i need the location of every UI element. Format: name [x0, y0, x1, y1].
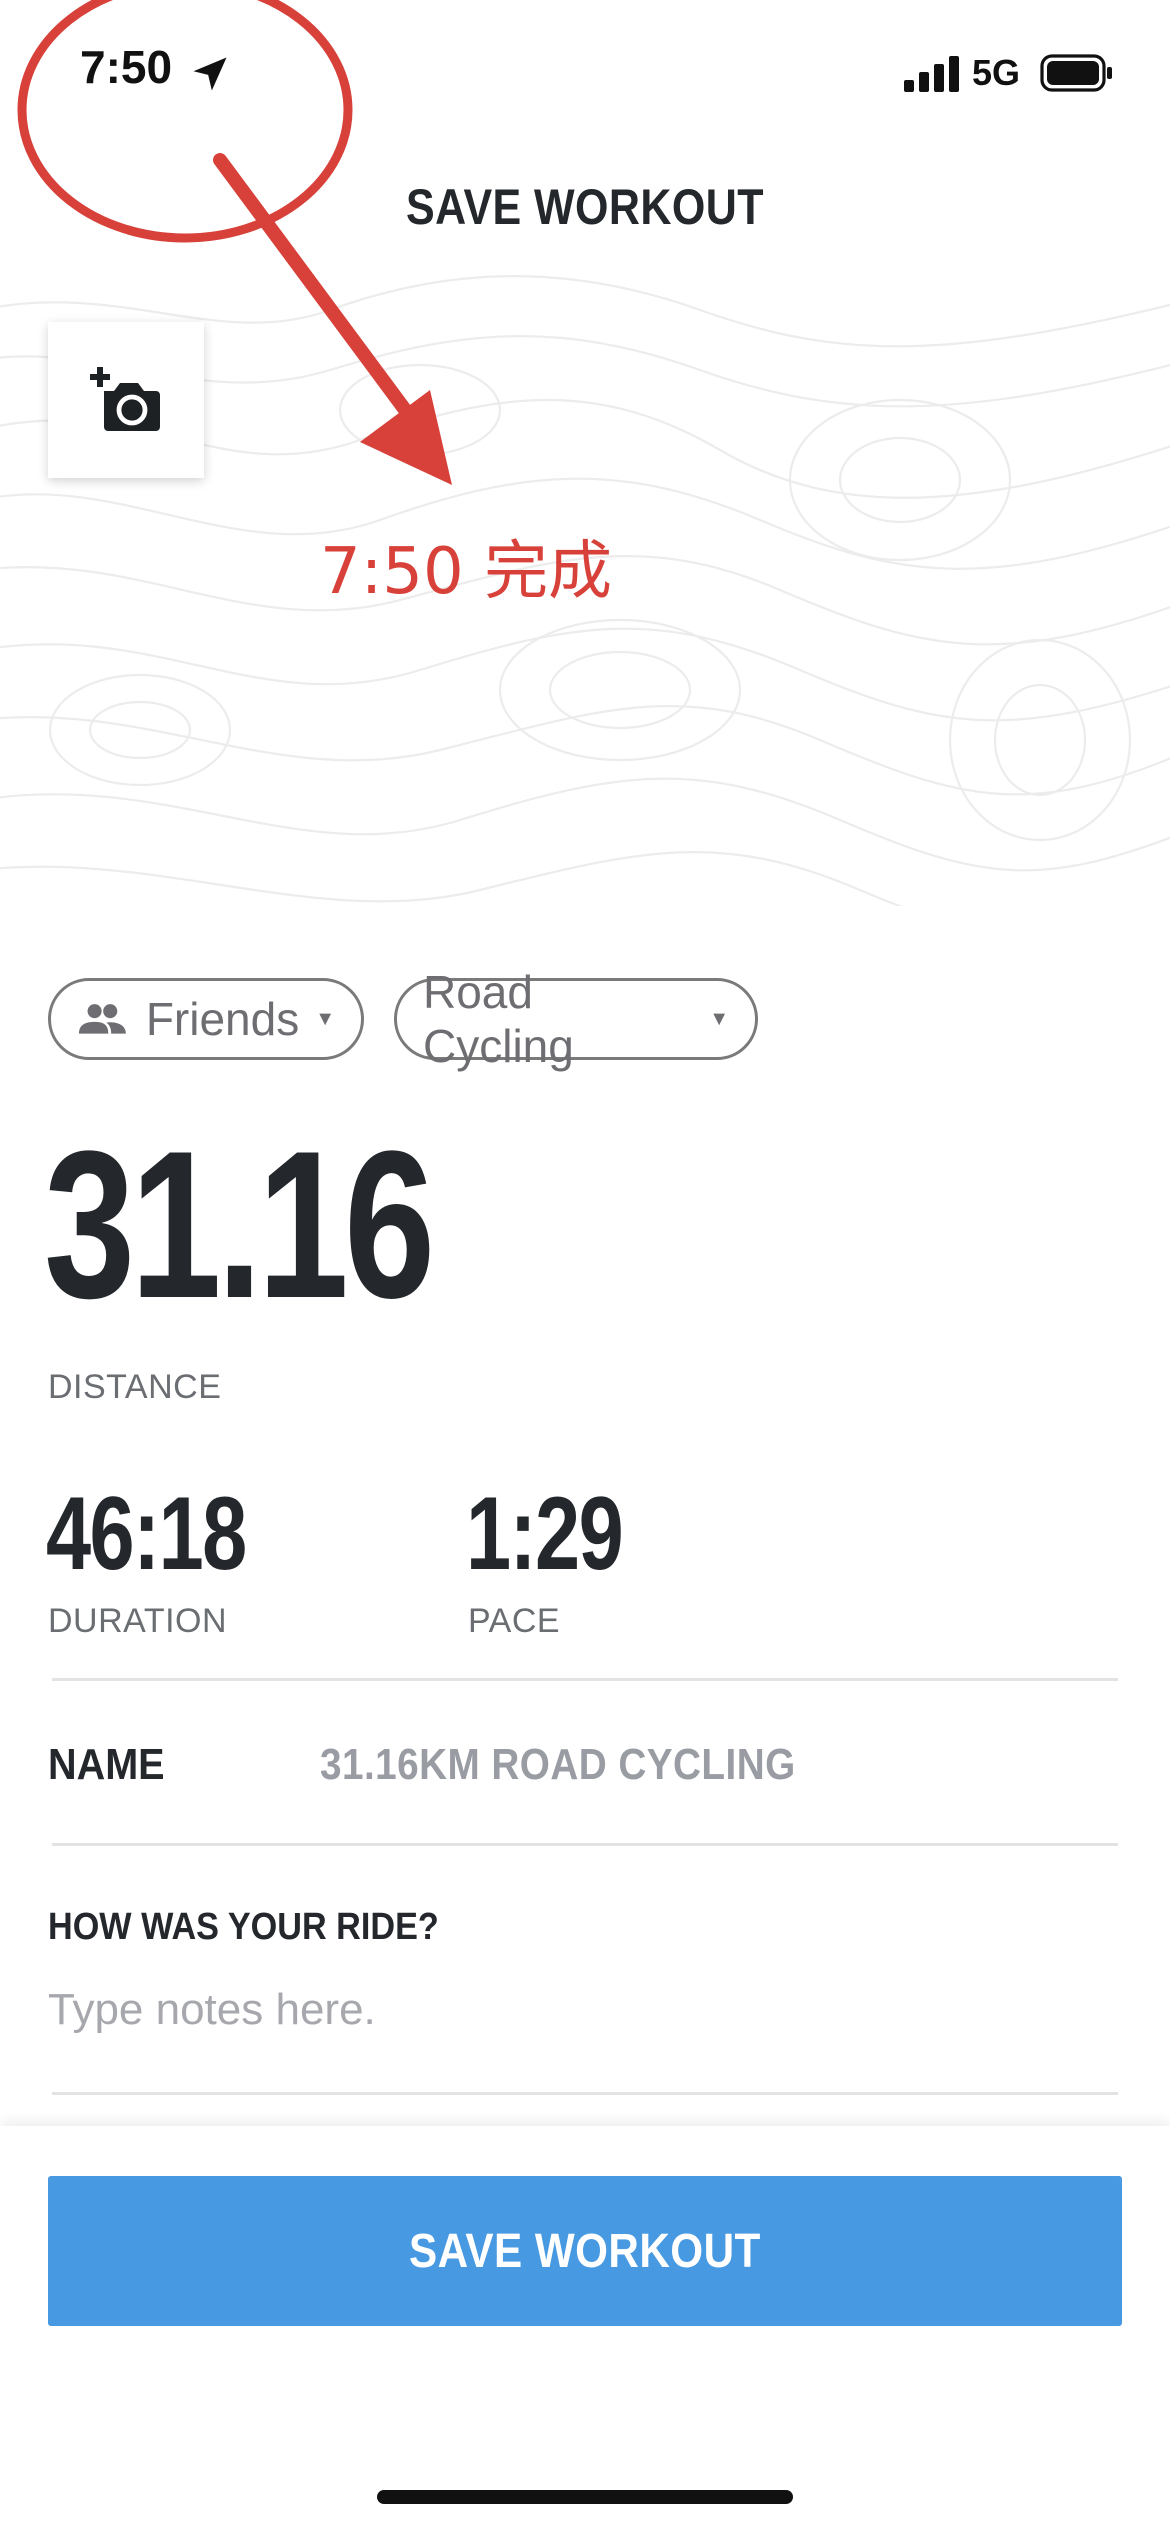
- activity-type-label: Road Cycling: [423, 966, 574, 1072]
- divider: [52, 1843, 1118, 1846]
- people-icon: [78, 1004, 126, 1034]
- duration-value: 46:18: [46, 1476, 247, 1592]
- distance-value: 31.16: [44, 1107, 435, 1342]
- caret-down-icon: ▼: [315, 1007, 335, 1030]
- annotation-text: 7:50 完成: [320, 535, 613, 609]
- home-indicator: [377, 2490, 793, 2504]
- duration-label: DURATION: [48, 1602, 228, 1640]
- notes-heading: HOW WAS YOUR RIDE?: [48, 1906, 439, 1948]
- caret-down-icon: ▼: [709, 1007, 729, 1030]
- save-workout-button[interactable]: SAVE WORKOUT: [48, 2176, 1122, 2326]
- workout-name-field[interactable]: 31.16KM ROAD CYCLING: [320, 1740, 796, 1790]
- location-arrow-icon: [193, 57, 227, 91]
- save-workout-label: SAVE WORKOUT: [409, 2224, 761, 2278]
- distance-label: DISTANCE: [48, 1368, 222, 1406]
- signal-icon: [904, 56, 959, 92]
- divider: [52, 2092, 1118, 2095]
- battery-icon: [1040, 54, 1112, 92]
- privacy-label: Friends: [145, 993, 300, 1045]
- add-photo-button[interactable]: [48, 322, 204, 478]
- activity-type-dropdown[interactable]: Road Cycling ▼: [394, 966, 758, 1072]
- divider: [52, 1678, 1118, 1681]
- page-title: SAVE WORKOUT: [406, 179, 764, 235]
- privacy-dropdown[interactable]: Friends ▼: [48, 978, 364, 1060]
- name-label: NAME: [48, 1740, 165, 1789]
- pace-label: PACE: [468, 1602, 561, 1640]
- add-photo-icon: [90, 367, 160, 431]
- network-label: 5G: [972, 52, 1021, 93]
- notes-input[interactable]: [48, 1972, 1108, 2048]
- pace-value: 1:29: [466, 1476, 624, 1592]
- status-time: 7:50: [80, 41, 173, 93]
